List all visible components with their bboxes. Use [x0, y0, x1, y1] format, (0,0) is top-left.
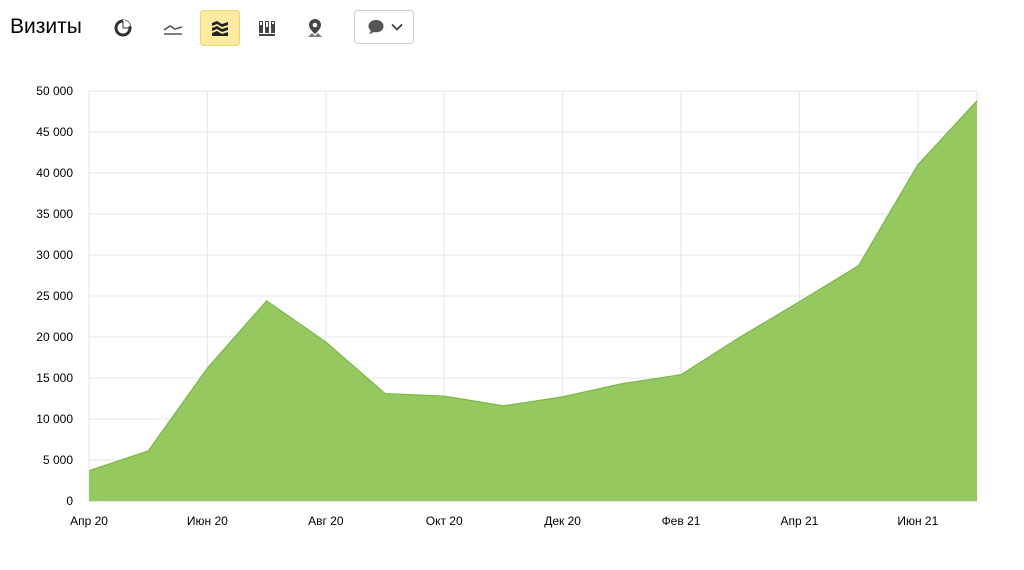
map-pin-icon: [308, 19, 322, 37]
area-chart-button[interactable]: [200, 10, 240, 46]
x-axis: Апр 20 Июн 20 Авг 20 Окт 20 Дек 20 Фев 21 Апр …: [70, 514, 939, 528]
area-series: [86, 98, 980, 501]
data-point[interactable]: [264, 298, 270, 304]
data-point[interactable]: [145, 448, 151, 454]
data-point[interactable]: [974, 98, 980, 104]
area-chart-icon: [212, 21, 228, 36]
data-point[interactable]: [441, 393, 447, 399]
pie-chart-button[interactable]: [103, 10, 143, 46]
chart-header: Визиты: [0, 0, 1024, 56]
data-point[interactable]: [678, 372, 684, 378]
y-tick-label: 0: [66, 494, 73, 508]
data-point[interactable]: [915, 162, 921, 168]
speech-bubble-icon: [368, 20, 384, 35]
y-tick-label: 20 000: [36, 330, 73, 344]
chart-title: Визиты: [10, 15, 82, 38]
y-axis: 0 5 000 10 000 15 000 20 000 25 000 30 000 35 0…: [36, 84, 73, 508]
y-tick-label: 15 000: [36, 371, 73, 385]
x-tick-label: Авг 20: [308, 514, 344, 528]
y-tick-label: 45 000: [36, 125, 73, 139]
y-tick-label: 35 000: [36, 207, 73, 221]
data-point[interactable]: [619, 381, 625, 387]
x-tick-label: Дек 20: [544, 514, 581, 528]
data-point[interactable]: [323, 339, 329, 345]
y-tick-label: 50 000: [36, 84, 73, 98]
data-point[interactable]: [856, 263, 862, 269]
data-point[interactable]: [204, 365, 210, 371]
chevron-down-icon: [391, 23, 403, 31]
pie-chart-icon: [114, 19, 132, 37]
annotations-dropdown[interactable]: [354, 10, 414, 44]
area-fill[interactable]: [89, 100, 977, 501]
bar-chart-icon: [259, 21, 275, 36]
bar-chart-button[interactable]: [247, 10, 287, 46]
line-chart-button[interactable]: [153, 10, 193, 46]
data-point[interactable]: [500, 403, 506, 409]
x-tick-label: Апр 21: [780, 514, 818, 528]
y-tick-label: 10 000: [36, 412, 73, 426]
area-chart: 0 5 000 10 000 15 000 20 000 25 000 30 000 35 0…: [36, 84, 980, 528]
x-tick-label: Июн 20: [187, 514, 228, 528]
line-chart-icon: [163, 25, 183, 35]
data-point[interactable]: [737, 334, 743, 340]
map-button[interactable]: [295, 10, 335, 46]
y-tick-label: 5 000: [43, 453, 73, 467]
y-tick-label: 25 000: [36, 289, 73, 303]
data-point[interactable]: [382, 391, 388, 397]
data-point[interactable]: [560, 394, 566, 400]
y-tick-label: 30 000: [36, 248, 73, 262]
x-tick-label: Апр 20: [70, 514, 108, 528]
x-tick-label: Окт 20: [426, 514, 463, 528]
data-point[interactable]: [796, 299, 802, 305]
x-tick-label: Июн 21: [897, 514, 938, 528]
y-tick-label: 40 000: [36, 166, 73, 180]
x-tick-label: Фев 21: [662, 514, 701, 528]
data-point[interactable]: [86, 468, 92, 474]
